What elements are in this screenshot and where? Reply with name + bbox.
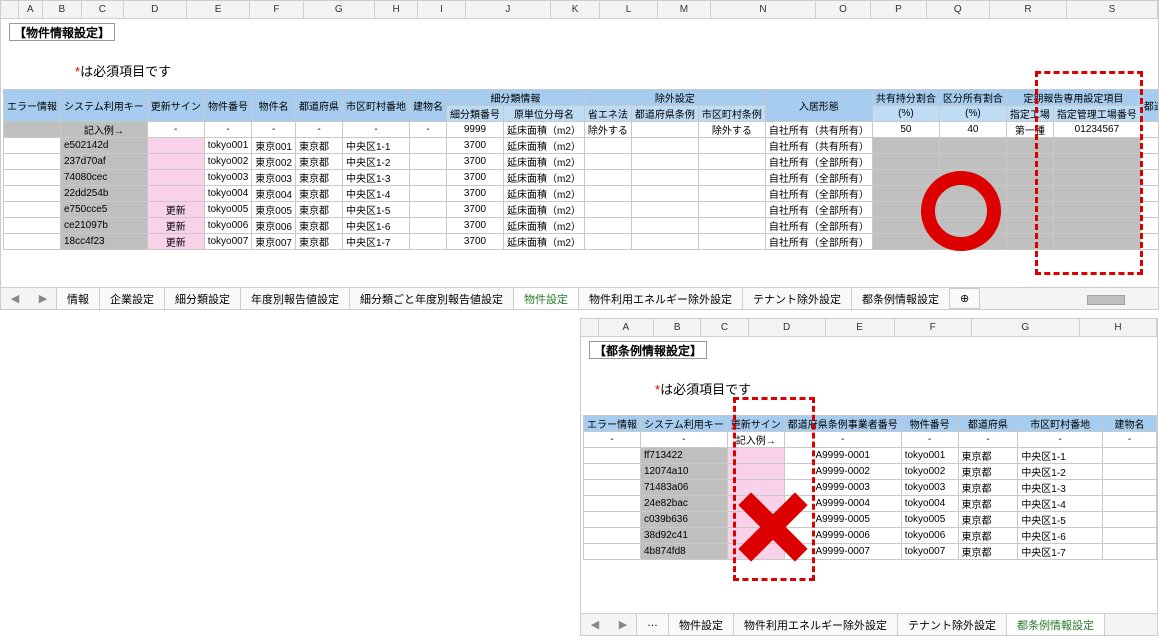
table-row[interactable]: c039b636A9999-0005tokyo005東京都中央区1-5: [584, 512, 1157, 528]
th-s3: 省エネ法: [584, 106, 631, 122]
tabs-nav-right-icon[interactable]: ▶: [29, 292, 57, 305]
sheet-tab[interactable]: 情報: [56, 287, 100, 311]
add-sheet-button[interactable]: ⊕: [949, 288, 980, 309]
hscroll-thumb[interactable]: [1087, 295, 1125, 305]
th-propno: 物件番号: [901, 416, 958, 432]
sheet-tab[interactable]: 都条例情報設定: [851, 287, 950, 311]
th-occupy: 入居形態: [765, 90, 872, 122]
th-exclude: 除外設定: [584, 90, 765, 106]
th-addr: 市区町村番地: [342, 90, 409, 122]
th-share1: 共有持分割合: [872, 90, 939, 106]
tabs-nav-right-icon[interactable]: ▶: [609, 618, 637, 631]
table-row[interactable]: 71483a06A9999-0003tokyo003東京都中央区1-3: [584, 480, 1157, 496]
mark-ok-circle-icon: [921, 171, 1001, 251]
table-row[interactable]: 237d70aftokyo002東京002東京都中央区1-23700延床面積（m…: [4, 154, 1159, 170]
sheet-tab[interactable]: …: [636, 613, 669, 636]
th-propname: 物件名: [252, 90, 296, 122]
tabs-nav-left-icon[interactable]: ◀: [1, 292, 29, 305]
th-error: エラー情報: [4, 90, 61, 122]
required-note: *は必須項目です: [75, 63, 171, 81]
sheet-tab[interactable]: テナント除外設定: [742, 287, 852, 311]
th-s6: (%): [872, 106, 939, 122]
th-pref: 都道府県: [958, 416, 1018, 432]
sheet-tab[interactable]: テナント除外設定: [897, 613, 1007, 636]
th-pref: 都道府県: [295, 90, 342, 122]
sheet-tab[interactable]: 物件設定: [668, 613, 734, 636]
bottom-sheet-tabs: ◀ ▶ …物件設定物件利用エネルギー除外設定テナント除外設定都条例情報設定: [581, 613, 1157, 635]
table-row[interactable]: 4b874fd8A9999-0007tokyo007東京都中央区1-7: [584, 544, 1157, 560]
top-sheet-tabs: ◀ ▶ 情報企業設定細分類設定年度別報告値設定細分類ごと年度別報告値設定物件設定…: [1, 287, 1158, 309]
table-row[interactable]: e502142dtokyo001東京001東京都中央区1-13700延床面積（m…: [4, 138, 1159, 154]
table-row[interactable]: 38d92c41A9999-0006tokyo006東京都中央区1-6: [584, 528, 1157, 544]
th-subinfo: 細分類情報: [446, 90, 584, 106]
sheet-tab[interactable]: 細分類ごと年度別報告値設定: [349, 287, 514, 311]
table-row[interactable]: 24e82bacA9999-0004tokyo004東京都中央区1-4: [584, 496, 1157, 512]
th-s1: 細分類番号: [446, 106, 503, 122]
th-update: 更新サイン: [147, 90, 204, 122]
sheet-tab[interactable]: 年度別報告値設定: [240, 287, 350, 311]
th-syskey: システム利用キー: [61, 90, 148, 122]
th-syskey: システム利用キー: [641, 416, 728, 432]
th-error: エラー情報: [584, 416, 641, 432]
table-row[interactable]: ff713422A9999-0001tokyo001東京都中央区1-1: [584, 448, 1157, 464]
sheet-tab[interactable]: 物件利用エネルギー除外設定: [578, 287, 743, 311]
sheet-tab[interactable]: 都条例情報設定: [1006, 613, 1105, 636]
th-s4: 都道府県条例: [631, 106, 698, 122]
mark-ng-cross-icon: [733, 487, 813, 567]
sheet-tab[interactable]: 物件利用エネルギー除外設定: [733, 613, 898, 636]
th-bname: 建物名: [409, 90, 446, 122]
bottom-data-table: エラー情報 システム利用キー 更新サイン 都道府県条例事業者番号 物件番号 都道…: [583, 415, 1157, 560]
highlight-box-ok: [1035, 71, 1143, 275]
th-s2: 原単位分母名: [503, 106, 584, 122]
tabs-nav-left-icon[interactable]: ◀: [581, 618, 609, 631]
sheet-title: 【物件情報設定】: [9, 23, 115, 41]
column-header-row: ABCDEFGH: [581, 319, 1157, 337]
sheet-tab[interactable]: 物件設定: [513, 287, 579, 311]
column-header-row: ABCDEFGHIJKLMNOPQRS: [1, 1, 1158, 19]
th-prefcode: 都道府県報告用事業所番号: [1140, 90, 1159, 122]
bottom-spreadsheet: ABCDEFGH 【都条例情報設定】 *は必須項目です エラー情報 システム利用…: [580, 318, 1158, 636]
th-addr: 市区町村番地: [1018, 416, 1103, 432]
th-propno: 物件番号: [204, 90, 252, 122]
th-share2: 区分所有割合: [939, 90, 1006, 106]
table-row[interactable]: 12074a10A9999-0002tokyo002東京都中央区1-2: [584, 464, 1157, 480]
top-spreadsheet: ABCDEFGHIJKLMNOPQRS 【物件情報設定】 *は必須項目です エラ…: [0, 0, 1159, 310]
sheet-tab[interactable]: 細分類設定: [164, 287, 241, 311]
th-s7: (%): [939, 106, 1006, 122]
th-s5: 市区町村条例: [698, 106, 765, 122]
sheet-tab[interactable]: 企業設定: [99, 287, 165, 311]
sheet-title: 【都条例情報設定】: [589, 341, 707, 359]
th-bname: 建物名: [1103, 416, 1157, 432]
